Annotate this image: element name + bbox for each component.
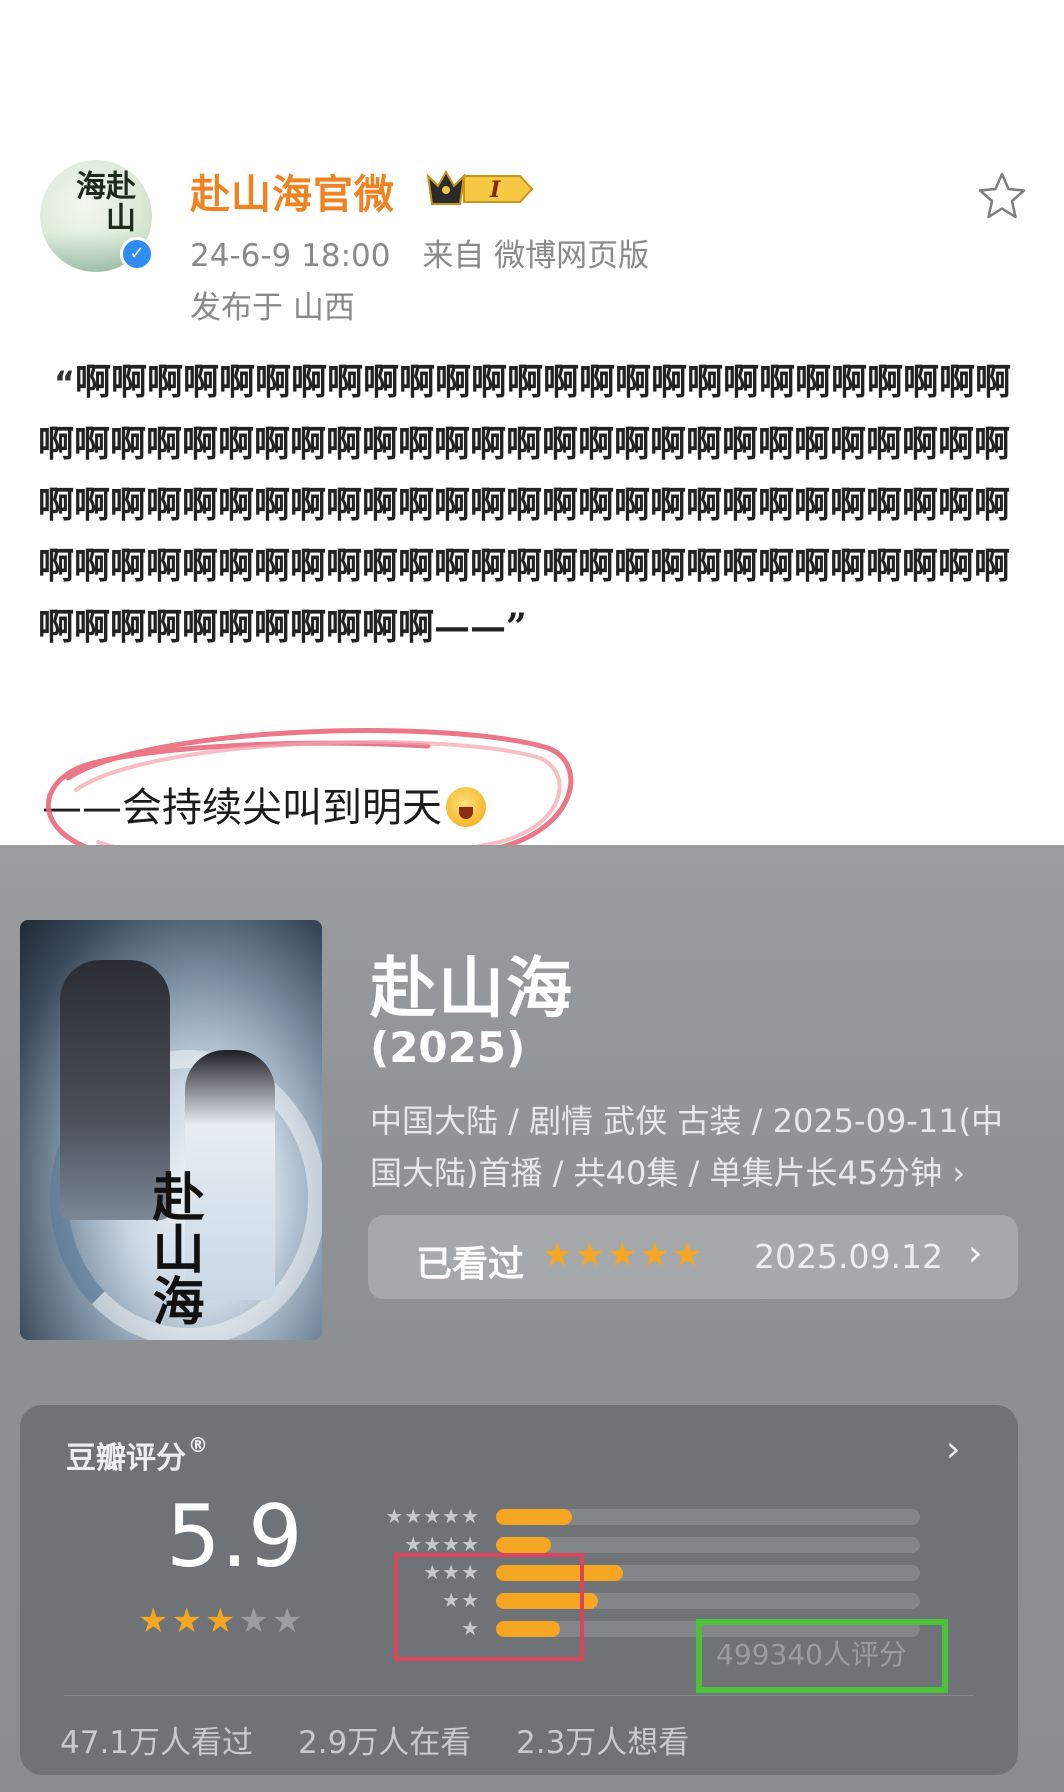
registered-mark: ®	[188, 1433, 208, 1457]
chevron-right-icon: ›	[968, 1233, 983, 1274]
divider	[64, 1695, 974, 1696]
post-text: 啊啊啊啊啊啊啊啊啊啊啊啊啊啊啊啊啊啊啊啊啊啊啊啊啊啊啊啊啊啊啊啊啊啊啊啊啊啊啊啊…	[38, 361, 1012, 648]
distribution-row: ★★★★	[350, 1533, 930, 1555]
rating-score: 5.9	[166, 1487, 303, 1587]
post-body: “啊啊啊啊啊啊啊啊啊啊啊啊啊啊啊啊啊啊啊啊啊啊啊啊啊啊啊啊啊啊啊啊啊啊啊啊啊啊啊…	[38, 352, 1018, 658]
red-annotation-box	[394, 1553, 584, 1661]
stat-watching: 2.9万人在看	[298, 1725, 472, 1761]
star-empty-icon: ★	[271, 1601, 306, 1641]
verified-check-icon: ✓	[120, 237, 154, 271]
quote-open: “	[54, 364, 76, 402]
distribution-bar	[496, 1509, 572, 1525]
douban-movie-card: 赴山海 赴山海 (2025) 中国大陆 / 剧情 武侠 古装 / 2025-09…	[0, 845, 1064, 1792]
stat-watched: 47.1万人看过	[60, 1725, 254, 1761]
rating-title-text: 豆瓣评分	[66, 1441, 186, 1476]
star-full-icon: ★	[138, 1601, 172, 1641]
rating-title: 豆瓣评分 ®	[66, 1433, 208, 1477]
distribution-track	[496, 1537, 920, 1553]
movie-info[interactable]: 中国大陆 / 剧情 武侠 古装 / 2025-09-11(中国大陆)首播 / 共…	[370, 1095, 1020, 1199]
user-name[interactable]: 赴山海官微	[190, 162, 395, 220]
my-rating-stars: ★★★★★	[542, 1235, 705, 1275]
post-time: 24-6-9 18:00	[190, 238, 391, 274]
watched-date: 2025.09.12	[754, 1237, 943, 1276]
distribution-stars: ★★★★★	[385, 1504, 480, 1528]
stat-want: 2.3万人想看	[516, 1725, 690, 1761]
movie-title: 赴山海	[370, 950, 574, 1027]
star-empty-icon: ★	[238, 1601, 272, 1641]
rating-stars: ★★★★★	[138, 1601, 305, 1641]
post-source[interactable]: 来自 微博网页版	[422, 238, 649, 274]
distribution-track	[496, 1509, 920, 1525]
movie-poster[interactable]: 赴山海	[20, 920, 322, 1340]
green-annotation-box	[696, 1619, 948, 1693]
distribution-stars: ★★★★	[404, 1532, 480, 1556]
weibo-post: 赴山海 ✓ 赴山海官微 I 24-6-9 18:00 来自 微博网页版 发布于 …	[0, 0, 1064, 874]
distribution-bar	[496, 1537, 551, 1553]
movie-year: (2025)	[370, 1023, 526, 1072]
star-full-icon: ★	[171, 1601, 205, 1641]
star-full-icon: ★	[204, 1601, 239, 1641]
post-meta: 24-6-9 18:00 来自 微博网页版	[190, 230, 649, 275]
watched-label: 已看过	[416, 1244, 525, 1285]
distribution-row: ★★★★★	[350, 1505, 930, 1527]
poster-title: 赴山海	[143, 1170, 204, 1326]
watched-status-bar[interactable]: 已看过 ★★★★★ 2025.09.12 ›	[368, 1215, 1018, 1299]
vip-crown-badge-icon: I	[426, 169, 534, 205]
post-location: 发布于 山西	[190, 290, 355, 326]
favorite-star-icon[interactable]	[976, 170, 1028, 222]
chevron-right-icon[interactable]: ›	[946, 1429, 960, 1470]
douban-rating-card[interactable]: 豆瓣评分 ® › 5.9 ★★★★★ ★★★★★ ★★★★ ★★★ ★★ ★ 499340…	[20, 1405, 1018, 1775]
vip-level: I	[489, 177, 501, 203]
